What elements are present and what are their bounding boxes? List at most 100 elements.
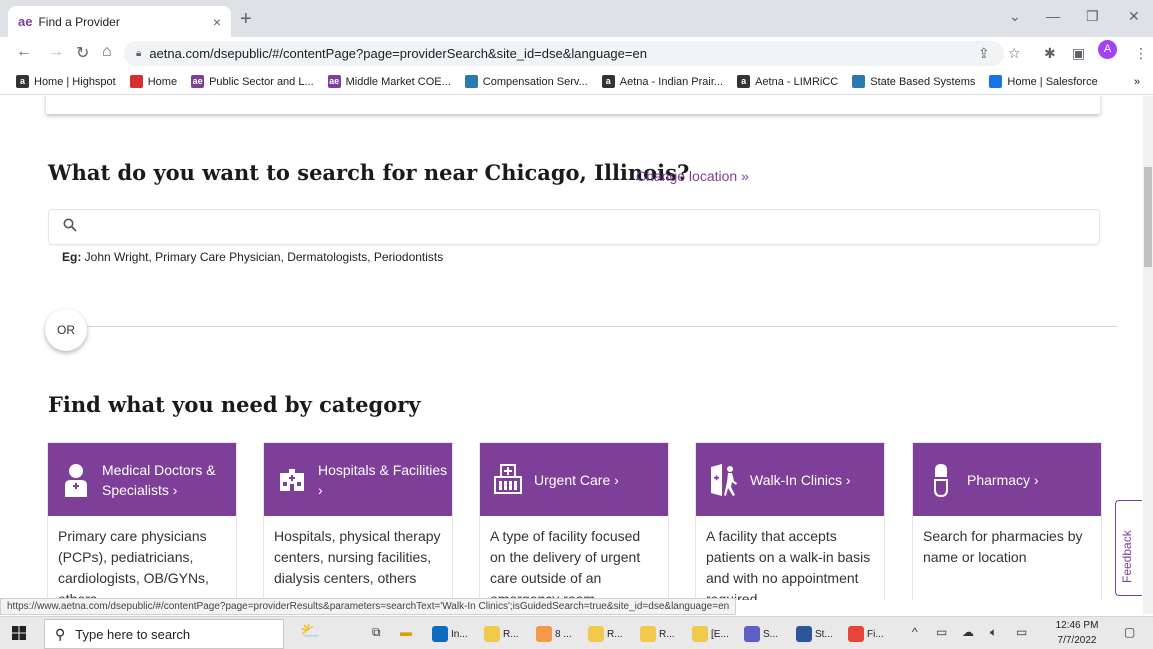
category-card-header[interactable]: Walk-In Clinics ›: [696, 443, 884, 516]
or-divider-badge: OR: [45, 309, 87, 351]
bookmark-label: Home | Salesforce: [1007, 75, 1098, 88]
or-divider-line: [87, 326, 1117, 327]
app-icon: [640, 626, 656, 642]
home-icon[interactable]: ⌂: [102, 43, 112, 61]
app-label: In...: [451, 628, 468, 640]
category-title: Urgent Care ›: [534, 471, 619, 488]
category-description: A type of facility focused on the delive…: [490, 528, 641, 600]
taskbar-app-button[interactable]: R...: [484, 625, 519, 643]
bookmark-item[interactable]: a Home | Highspot: [16, 75, 116, 88]
category-description: Hospitals, physical therapy centers, nur…: [274, 528, 441, 586]
tab-strip: ae Find a Provider × + ⌄ — ❐ ✕: [0, 0, 1153, 37]
category-card-header[interactable]: Medical Doctors & Specialists ›: [48, 443, 236, 516]
tab-search-chevron-icon[interactable]: ⌄: [1009, 8, 1021, 25]
bookmark-item[interactable]: a Aetna - LIMRiCC: [737, 75, 838, 88]
bookmark-label: Home | Highspot: [34, 75, 116, 88]
search-example-hint: Eg: John Wright, Primary Care Physician,…: [62, 250, 443, 264]
category-card-hospitals[interactable]: Hospitals & Facilities › Hospitals, phys…: [263, 442, 453, 600]
bookmark-favicon-icon: a: [601, 75, 615, 88]
bookmark-item[interactable]: Compensation Serv...: [464, 75, 588, 88]
change-location-link[interactable]: Change location »: [636, 168, 749, 184]
category-title: Pharmacy ›: [967, 471, 1039, 488]
category-card-header[interactable]: Urgent Care ›: [480, 443, 668, 516]
category-card-pharmacy[interactable]: Pharmacy › Search for pharmacies by name…: [912, 442, 1102, 600]
example-prefix: Eg:: [62, 250, 82, 264]
category-title: Medical Doctors & Specialists ›: [102, 461, 216, 498]
new-tab-button[interactable]: +: [240, 8, 252, 31]
app-label: Fi...: [867, 628, 884, 640]
battery-icon[interactable]: ▭: [936, 625, 947, 639]
network-icon[interactable]: ☁: [962, 625, 974, 639]
taskbar-app-button[interactable]: [E...: [692, 625, 729, 643]
show-hidden-icons-chevron[interactable]: ^: [912, 625, 918, 639]
url-field[interactable]: 🔒︎ aetna.com/dsepublic/#/contentPage?pag…: [124, 41, 1004, 66]
provider-search-input[interactable]: [48, 209, 1100, 245]
scrollbar-thumb[interactable]: [1144, 167, 1152, 267]
feedback-label: Feedback: [1120, 530, 1134, 583]
bookmark-label: Aetna - LIMRiCC: [755, 75, 839, 88]
back-icon[interactable]: ←: [16, 43, 32, 61]
urgent-care-icon: [494, 463, 522, 494]
bookmark-favicon-icon: ae: [191, 75, 205, 88]
bookmark-star-icon[interactable]: ☆: [1008, 45, 1021, 62]
bookmark-label: Aetna - Indian Prair...: [619, 75, 724, 88]
bookmark-item[interactable]: ae Public Sector and L...: [191, 75, 314, 88]
taskbar-clock[interactable]: 12:46 PM 7/7/2022: [1052, 618, 1102, 648]
windows-start-icon[interactable]: [12, 626, 26, 640]
task-view-icon[interactable]: ⧉: [372, 625, 381, 640]
taskbar-app-button[interactable]: R...: [588, 625, 623, 643]
menu-kebab-icon[interactable]: ⋮: [1134, 45, 1148, 62]
bookmarks-overflow-icon[interactable]: »: [1134, 76, 1140, 88]
category-title: Hospitals & Facilities ›: [318, 461, 448, 498]
bookmark-item[interactable]: State Based Systems: [852, 75, 975, 88]
app-icon: [848, 626, 864, 642]
taskbar-app-button[interactable]: 8 ...: [536, 625, 572, 643]
minimize-icon[interactable]: —: [1046, 8, 1060, 24]
url-text: aetna.com/dsepublic/#/contentPage?page=p…: [149, 46, 647, 61]
tab-find-a-provider[interactable]: ae Find a Provider ×: [8, 6, 231, 37]
bookmark-item[interactable]: a Aetna - Indian Prair...: [601, 75, 724, 88]
bookmark-item[interactable]: ae Middle Market COE...: [327, 75, 451, 88]
forward-icon[interactable]: →: [48, 43, 64, 61]
notifications-icon[interactable]: ▢: [1124, 625, 1135, 639]
app-icon: [588, 626, 604, 642]
taskbar-search-box[interactable]: ⚲ Type here to search: [44, 619, 284, 649]
display-icon[interactable]: ▭: [1016, 625, 1027, 639]
category-card-header[interactable]: Hospitals & Facilities ›: [264, 443, 452, 516]
bookmark-label: Home: [147, 75, 178, 88]
close-window-icon[interactable]: ✕: [1128, 8, 1140, 25]
windows-taskbar: ⚲ Type here to search ⛅ ⧉ ▬ In... R... 8 .…: [0, 616, 1153, 649]
profile-avatar[interactable]: A: [1098, 40, 1117, 59]
lock-icon: 🔒︎: [136, 48, 142, 59]
extensions-icon[interactable]: ✱: [1044, 45, 1056, 62]
taskbar-app-button[interactable]: St...: [796, 625, 833, 643]
close-tab-icon[interactable]: ×: [213, 14, 221, 30]
file-explorer-icon[interactable]: ▬: [400, 625, 412, 639]
address-bar-row: ← → ↻ ⌂ 🔒︎ aetna.com/dsepublic/#/content…: [0, 37, 1153, 69]
bookmark-item[interactable]: Home | Salesforce: [989, 75, 1098, 88]
taskbar-app-button[interactable]: R...: [640, 625, 675, 643]
category-card-header[interactable]: Pharmacy ›: [913, 443, 1101, 516]
restore-icon[interactable]: ❐: [1086, 8, 1099, 25]
side-panel-icon[interactable]: ▣: [1072, 45, 1085, 62]
category-card-medical-doctors[interactable]: Medical Doctors & Specialists › Primary …: [47, 442, 237, 600]
reload-icon[interactable]: ↻: [76, 43, 89, 63]
taskbar-app-button[interactable]: S...: [744, 625, 778, 643]
taskbar-app-button[interactable]: Fi...: [848, 625, 884, 643]
category-card-urgent-care[interactable]: Urgent Care › A type of facility focused…: [479, 442, 669, 600]
app-icon: [536, 626, 552, 642]
example-text: John Wright, Primary Care Physician, Der…: [81, 250, 444, 264]
search-icon: [63, 218, 77, 232]
bookmark-favicon-icon: ae: [327, 75, 341, 88]
category-card-walk-in-clinics[interactable]: Walk-In Clinics › A facility that accept…: [695, 442, 885, 600]
weather-widget-icon[interactable]: ⛅: [300, 621, 320, 641]
clock-date: 7/7/2022: [1057, 635, 1097, 646]
app-icon: [796, 626, 812, 642]
volume-icon[interactable]: 🔈︎: [990, 625, 997, 640]
taskbar-app-button[interactable]: In...: [432, 625, 468, 643]
aetna-favicon: ae: [18, 14, 33, 29]
search-heading: What do you want to search for near Chic…: [48, 160, 690, 185]
share-icon[interactable]: ⇪: [978, 45, 990, 62]
bookmark-item[interactable]: Home: [129, 75, 178, 88]
feedback-tab[interactable]: Feedback: [1115, 500, 1142, 596]
